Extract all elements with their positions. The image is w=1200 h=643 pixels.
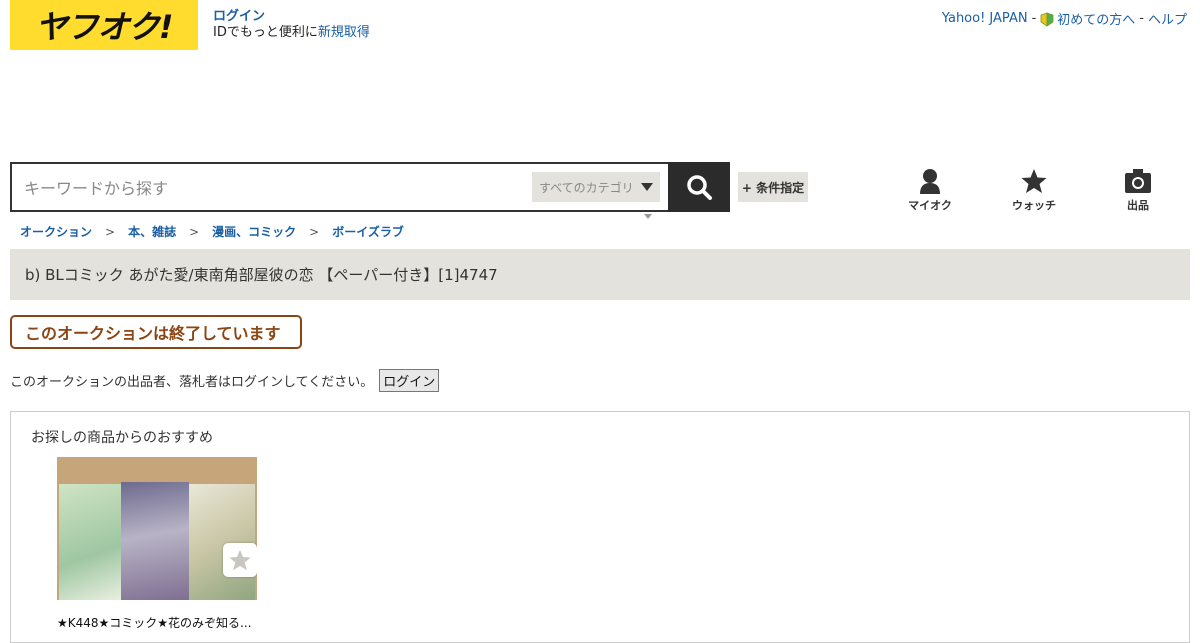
- book-cover: [189, 484, 255, 600]
- logo-text: ヤフオク!: [35, 8, 174, 46]
- auction-ended-badge: このオークションは終了しています: [10, 315, 302, 349]
- signup-link[interactable]: 新規取得: [318, 25, 370, 40]
- category-select-value: すべてのカテゴリ: [539, 180, 634, 195]
- breadcrumb-separator: >: [105, 224, 116, 239]
- auction-ended-text: このオークションは終了しています: [25, 324, 281, 343]
- breadcrumb-separator: >: [309, 224, 320, 239]
- login-block: ログイン IDでもっと便利に新規取得: [213, 9, 370, 41]
- yahoo-japan-link[interactable]: Yahoo! JAPAN: [942, 11, 1028, 26]
- id-promo-text: IDでもっと便利に: [213, 25, 318, 40]
- breadcrumb-separator: >: [189, 224, 200, 239]
- star-icon: [229, 549, 251, 571]
- recommend-title: お探しの商品からのおすすめ: [31, 430, 213, 446]
- sell-label: 出品: [1127, 199, 1149, 212]
- watch-toggle-button[interactable]: [223, 543, 257, 577]
- recommend-item-name[interactable]: ★K448★コミック★花のみぞ知る...: [57, 614, 257, 631]
- person-icon: [920, 169, 940, 194]
- breadcrumb-item-comics[interactable]: 漫画、コミック: [212, 223, 296, 240]
- recommend-item[interactable]: ★K448★コミック★花のみぞ知る...: [57, 457, 257, 631]
- breadcrumb: オークション > 本、雑誌 > 漫画、コミック > ボーイズラブ: [20, 223, 404, 240]
- search-icon: [687, 175, 712, 200]
- watch-label: ウォッチ: [1012, 199, 1056, 212]
- login-note: このオークションの出品者、落札者はログインしてください。 ログイン: [10, 369, 440, 392]
- item-title: b) BLコミック あがた愛/東南角部屋彼の恋 【ペーパー付き】[1]4747: [25, 266, 498, 284]
- search-box: すべてのカテゴリ: [10, 162, 668, 212]
- login-link[interactable]: ログイン: [213, 9, 370, 25]
- watch-nav[interactable]: ウォッチ: [999, 168, 1069, 213]
- star-icon: [1021, 169, 1047, 193]
- login-note-text: このオークションの出品者、落札者はログインしてください。: [10, 375, 374, 390]
- breadcrumb-item-auction[interactable]: オークション: [20, 223, 92, 240]
- breadcrumb-item-boyslove[interactable]: ボーイズラブ: [332, 223, 404, 240]
- top-links: Yahoo! JAPAN - 初めての方へ - ヘルプ: [942, 9, 1187, 28]
- separator: -: [1139, 11, 1144, 26]
- search-button[interactable]: [668, 162, 730, 212]
- login-button[interactable]: ログイン: [379, 369, 440, 392]
- book-cover: [121, 482, 189, 600]
- advanced-search-button[interactable]: + 条件指定: [738, 172, 808, 202]
- suggest-toggle-icon[interactable]: [644, 214, 652, 219]
- category-select[interactable]: すべてのカテゴリ: [532, 172, 660, 202]
- recommend-item-image[interactable]: [57, 457, 257, 600]
- item-title-bar: b) BLコミック あがた愛/東南角部屋彼の恋 【ペーパー付き】[1]4747: [10, 249, 1190, 300]
- myauction-nav[interactable]: マイオク: [895, 168, 965, 213]
- sell-nav[interactable]: 出品: [1103, 168, 1173, 213]
- help-link[interactable]: ヘルプ: [1148, 9, 1187, 28]
- dropdown-icon: [641, 183, 653, 191]
- breadcrumb-item-books[interactable]: 本、雑誌: [128, 223, 176, 240]
- yahuoku-logo[interactable]: ヤフオク!: [10, 0, 198, 50]
- beginner-link[interactable]: 初めての方へ: [1057, 9, 1135, 28]
- book-cover: [59, 484, 121, 600]
- myauction-label: マイオク: [908, 199, 952, 212]
- beginner-leaf-icon: [1040, 11, 1054, 27]
- camera-icon: [1125, 169, 1151, 193]
- search-input[interactable]: [22, 174, 516, 202]
- separator: -: [1031, 11, 1037, 26]
- recommend-panel: お探しの商品からのおすすめ ★K448★コミック★花のみぞ知る...: [10, 411, 1190, 643]
